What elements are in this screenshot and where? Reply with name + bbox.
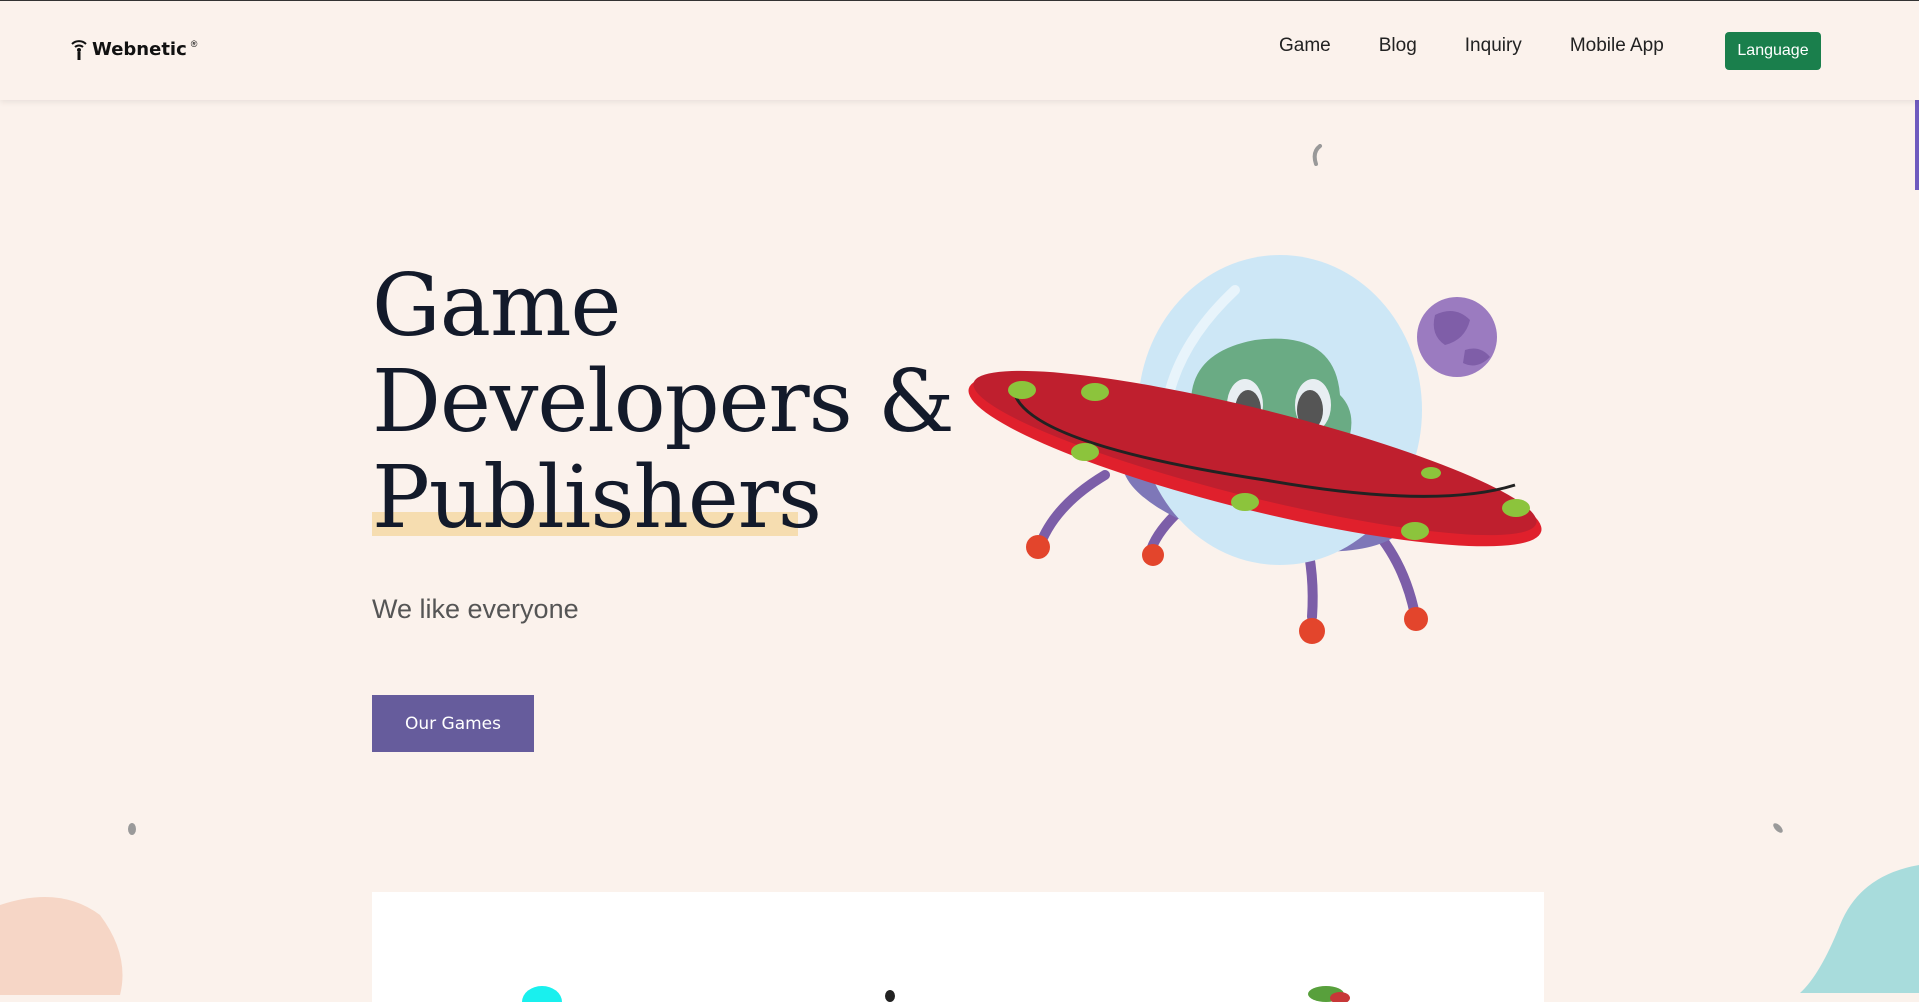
logo-registered-mark: ® [190,39,198,49]
our-games-button[interactable]: Our Games [372,695,534,752]
logo-text: Webnetic [92,38,187,60]
hero-title-line-2: Developers & [372,352,955,452]
games-card-section [372,892,1544,1002]
planet-icon [1417,297,1497,377]
main-nav: Game Blog Inquiry Mobile App [1279,35,1664,57]
nav-link-inquiry[interactable]: Inquiry [1465,35,1522,57]
language-button[interactable]: Language [1725,32,1821,70]
hero-subtitle: We like everyone [372,594,579,624]
top-navigation-bar: Webnetic ® Game Blog Inquiry Mobile App … [0,0,1919,100]
game-thumbnail-peek-icon [885,990,895,1002]
decorative-blob-teal [1800,865,1919,993]
nav-link-game[interactable]: Game [1279,35,1331,57]
scrollbar-thumb[interactable] [1915,100,1919,190]
hero-title: Game Developers & Publishers [372,256,955,548]
wifi-logo-icon [71,40,87,60]
game-thumbnail-peek-icon [1308,986,1350,1002]
game-thumbnail-peek-icon [522,986,562,1002]
decorative-blob-pink [0,897,123,995]
logo[interactable]: Webnetic ® [70,37,197,61]
hero-title-line-3: Publishers [372,448,822,548]
hero-title-line-1: Game [372,256,621,356]
decorative-dot-icon [128,823,136,835]
nav-link-mobile-app[interactable]: Mobile App [1570,35,1664,57]
decorative-dot-icon [1773,823,1783,833]
nav-link-blog[interactable]: Blog [1379,35,1417,57]
ufo-alien-illustration [968,255,1542,644]
decorative-speck-icon [1312,144,1322,166]
